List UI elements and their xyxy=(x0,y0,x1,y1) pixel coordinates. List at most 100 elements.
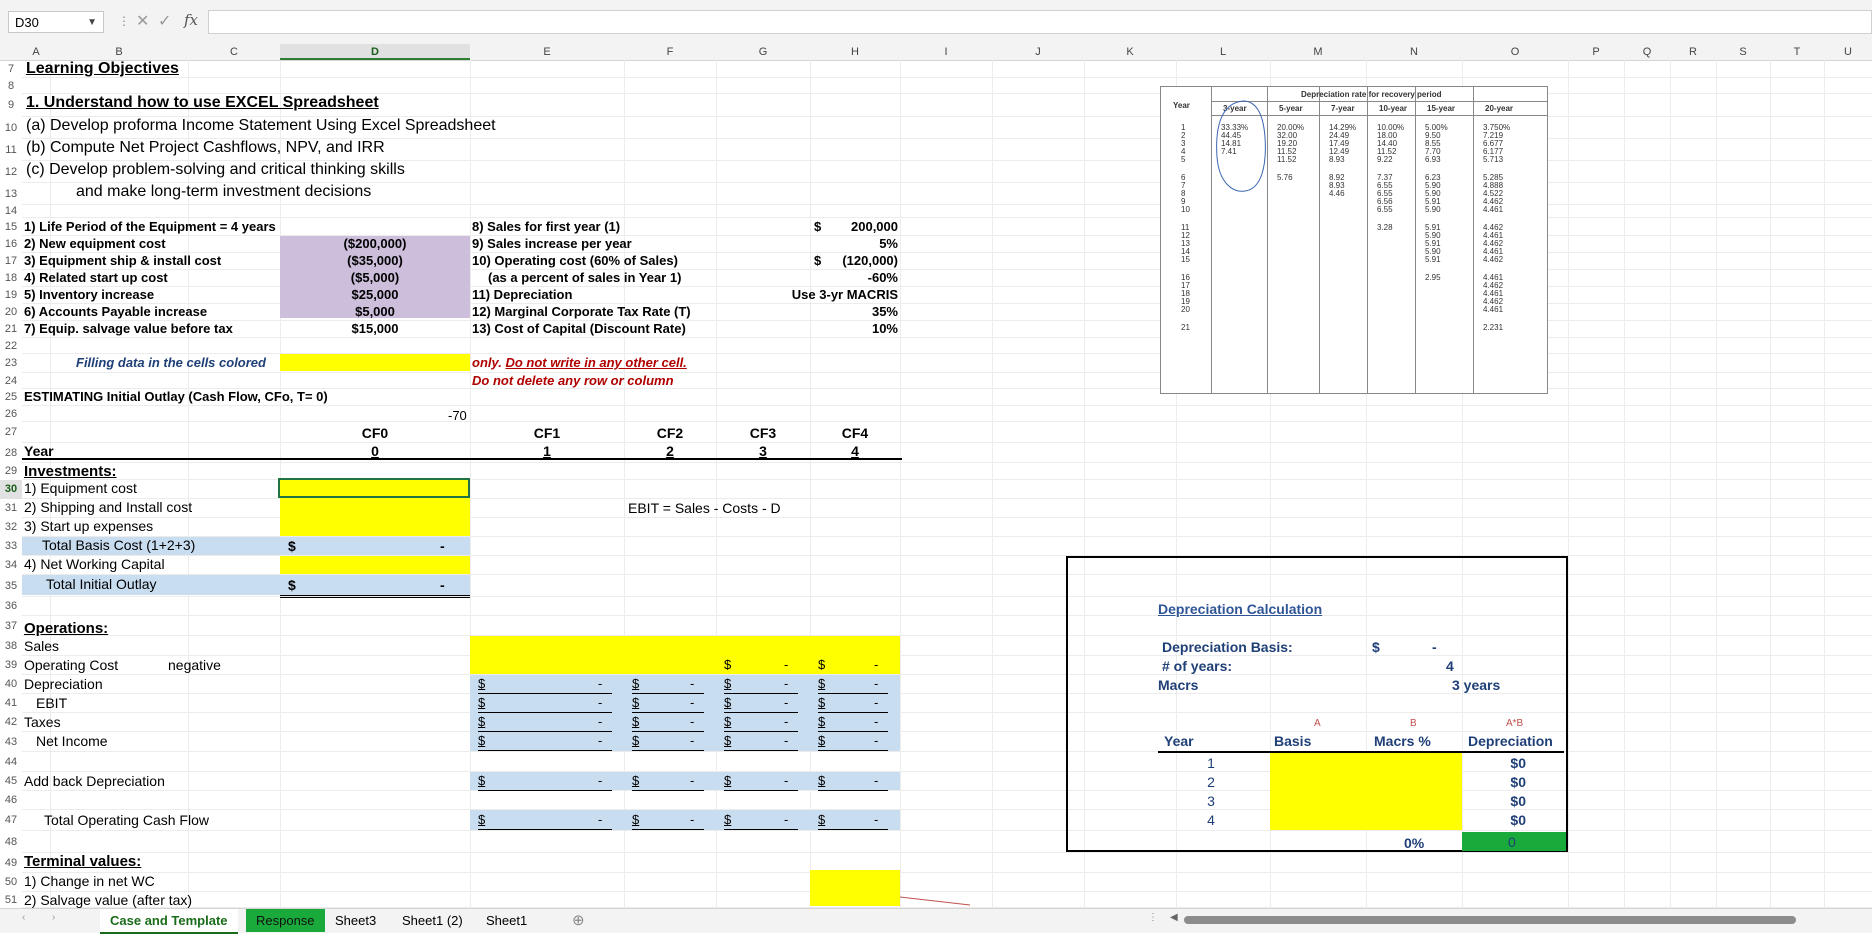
row-header-35[interactable]: 35 xyxy=(0,575,22,597)
tab-sheet3[interactable]: Sheet3 xyxy=(325,909,386,932)
row-header-40[interactable]: 40 xyxy=(0,675,22,694)
ops-input-cells[interactable] xyxy=(470,636,900,674)
column-header-f[interactable]: F xyxy=(624,44,716,60)
row-header-47[interactable]: 47 xyxy=(0,810,22,831)
dep-total-pct: 0% xyxy=(1404,835,1425,851)
row-header-22[interactable]: 22 xyxy=(0,338,22,354)
tab-sheet1-2[interactable]: Sheet1 (2) xyxy=(392,909,473,932)
row-header-10[interactable]: 10 xyxy=(0,117,22,139)
row-header-46[interactable]: 46 xyxy=(0,791,22,810)
tab-case-and-template[interactable]: Case and Template xyxy=(100,909,238,934)
row-header-28[interactable]: 28 xyxy=(0,443,22,463)
dep-header-basis: Basis xyxy=(1274,733,1312,749)
column-header-b[interactable]: B xyxy=(50,44,188,60)
terminal-input-cells[interactable] xyxy=(810,870,900,906)
row-header-17[interactable]: 17 xyxy=(0,253,22,270)
dep-years-value: 4 xyxy=(1446,658,1454,674)
column-header-p[interactable]: P xyxy=(1568,44,1624,60)
row-header-19[interactable]: 19 xyxy=(0,287,22,304)
column-header-k[interactable]: K xyxy=(1084,44,1176,60)
column-header-e[interactable]: E xyxy=(470,44,624,60)
row-header-48[interactable]: 48 xyxy=(0,831,22,853)
column-header-t[interactable]: T xyxy=(1770,44,1824,60)
value-dash: - xyxy=(784,695,789,710)
add-sheet-icon[interactable]: ⊕ xyxy=(572,911,585,929)
column-header-u[interactable]: U xyxy=(1824,44,1872,60)
row-header-45[interactable]: 45 xyxy=(0,772,22,791)
column-header-r[interactable]: R xyxy=(1670,44,1716,60)
row-header-41[interactable]: 41 xyxy=(0,694,22,713)
column-header-c[interactable]: C xyxy=(188,44,280,60)
selected-cell-d30[interactable] xyxy=(278,478,470,498)
row-header-42[interactable]: 42 xyxy=(0,713,22,732)
cancel-icon[interactable]: ✕ xyxy=(136,11,149,31)
row-header-34[interactable]: 34 xyxy=(0,556,22,575)
row-header-14[interactable]: 14 xyxy=(0,205,22,218)
row-header-15[interactable]: 15 xyxy=(0,218,22,236)
col-letter-ab: A*B xyxy=(1506,718,1524,729)
formula-input[interactable] xyxy=(208,10,1872,34)
column-header-d[interactable]: D xyxy=(280,44,470,60)
row-header-11[interactable]: 11 xyxy=(0,139,22,161)
column-header-o[interactable]: O xyxy=(1462,44,1568,60)
row-header-8[interactable]: 8 xyxy=(0,78,22,94)
row-header-36[interactable]: 36 xyxy=(0,597,22,616)
row-header-32[interactable]: 32 xyxy=(0,518,22,537)
row-header-27[interactable]: 27 xyxy=(0,422,22,443)
row-header-50[interactable]: 50 xyxy=(0,873,22,892)
row-header-30[interactable]: 30 xyxy=(0,480,22,499)
nwc-input-cell[interactable] xyxy=(280,556,470,574)
row-header-49[interactable]: 49 xyxy=(0,853,22,873)
name-box[interactable]: D30 ▼ xyxy=(8,11,104,33)
row-header-44[interactable]: 44 xyxy=(0,752,22,772)
row-header-16[interactable]: 16 xyxy=(0,236,22,253)
value-dash: - xyxy=(874,695,879,710)
insert-function-icon[interactable]: fx xyxy=(184,11,198,29)
value-underline xyxy=(478,712,612,713)
column-header-g[interactable]: G xyxy=(716,44,810,60)
column-header-m[interactable]: M xyxy=(1270,44,1366,60)
operation-item-6: Net Income xyxy=(36,733,108,749)
row-header-18[interactable]: 18 xyxy=(0,270,22,287)
tabs-more-icon[interactable]: ⋮ xyxy=(1148,912,1158,923)
column-header-j[interactable]: J xyxy=(992,44,1084,60)
column-header-n[interactable]: N xyxy=(1366,44,1462,60)
row-header-12[interactable]: 12 xyxy=(0,161,22,183)
row-header-51[interactable]: 51 xyxy=(0,892,22,908)
prev-sheet-icon[interactable]: ‹ xyxy=(22,912,25,923)
row-header-21[interactable]: 21 xyxy=(0,321,22,338)
dep-input-cells[interactable] xyxy=(1270,753,1462,830)
row-header-37[interactable]: 37 xyxy=(0,616,22,636)
row-header-31[interactable]: 31 xyxy=(0,499,22,518)
row-header-25[interactable]: 25 xyxy=(0,389,22,406)
row-header-23[interactable]: 23 xyxy=(0,354,22,373)
horizontal-scrollbar[interactable] xyxy=(1184,916,1796,924)
row-header-7[interactable]: 7 xyxy=(0,60,22,78)
row-header-29[interactable]: 29 xyxy=(0,463,22,480)
row-header-43[interactable]: 43 xyxy=(0,732,22,752)
more-options-icon[interactable]: ⋮ xyxy=(118,14,130,28)
scroll-left-icon[interactable]: ◀ xyxy=(1170,912,1178,923)
column-header-a[interactable]: A xyxy=(22,44,50,60)
row-header-39[interactable]: 39 xyxy=(0,656,22,675)
column-header-s[interactable]: S xyxy=(1716,44,1770,60)
value-dash: - xyxy=(598,812,603,827)
investment-item-3: 3) Start up expenses xyxy=(24,518,154,534)
next-sheet-icon[interactable]: › xyxy=(52,912,55,923)
column-header-q[interactable]: Q xyxy=(1624,44,1670,60)
tab-response[interactable]: Response xyxy=(246,909,325,932)
input-label-5: 5) Inventory increase xyxy=(24,287,155,302)
row-header-24[interactable]: 24 xyxy=(0,373,22,389)
row-header-20[interactable]: 20 xyxy=(0,304,22,321)
column-header-i[interactable]: I xyxy=(900,44,992,60)
column-header-l[interactable]: L xyxy=(1176,44,1270,60)
row-header-38[interactable]: 38 xyxy=(0,636,22,656)
row-header-33[interactable]: 33 xyxy=(0,537,22,556)
tab-sheet1[interactable]: Sheet1 xyxy=(476,909,537,932)
row-header-9[interactable]: 9 xyxy=(0,94,22,117)
column-header-h[interactable]: H xyxy=(810,44,900,60)
row-header-13[interactable]: 13 xyxy=(0,183,22,205)
chevron-down-icon[interactable]: ▼ xyxy=(87,12,97,34)
row-header-26[interactable]: 26 xyxy=(0,406,22,422)
enter-icon[interactable]: ✓ xyxy=(158,11,171,31)
